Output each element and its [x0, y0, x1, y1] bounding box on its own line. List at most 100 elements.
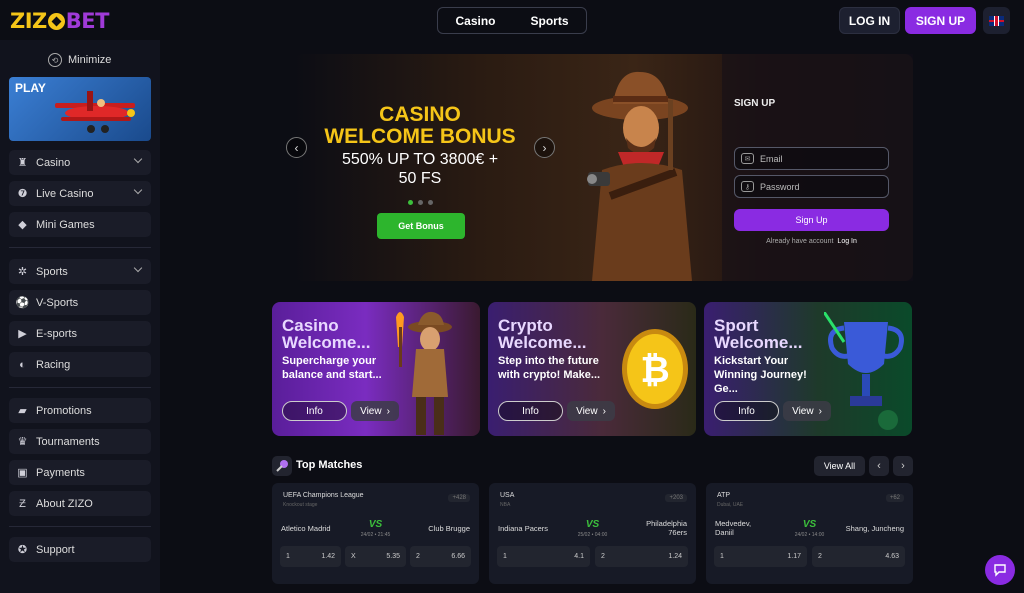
match-card[interactable]: ATP Dubai, UAE +62 Medvedev, Daniil Shang… [706, 483, 913, 584]
more-markets-badge[interactable]: +428 [448, 494, 470, 502]
sidebar-item-tournaments[interactable]: ♛ Tournaments [9, 429, 151, 454]
sidebar-item-casino[interactable]: ♜ Casino [9, 150, 151, 175]
sidebar-item-sports[interactable]: ✲ Sports [9, 259, 151, 284]
odds-button-1[interactable]: 1 1.42 [280, 546, 341, 567]
match-card[interactable]: USA NBA +203 Indiana Pacers Philadelphia… [489, 483, 696, 584]
minimize-icon: ⟲ [48, 53, 62, 67]
promo-card-crypto: ₿ Crypto Welcome... Step into the future w… [488, 302, 696, 436]
promotions-icon: ▰ [18, 405, 27, 417]
sidebar-divider [9, 247, 151, 248]
login-link[interactable]: Log In [837, 238, 856, 245]
match-vs: VS [368, 519, 383, 530]
nav-casino[interactable]: Casino [455, 14, 495, 28]
get-bonus-button[interactable]: Get Bonus [377, 213, 465, 239]
nav-sports[interactable]: Sports [530, 14, 568, 28]
odds-label: 2 [601, 553, 605, 560]
odds-label: 1 [503, 553, 507, 560]
chevron-right-icon: › [602, 405, 606, 417]
carousel-dot[interactable] [428, 200, 433, 205]
odds-label: 2 [818, 553, 822, 560]
promo-description: Step into the future with crypto! Make... [498, 354, 608, 382]
sidebar-item-e-sports[interactable]: ▶ E-sports [9, 321, 151, 346]
carousel-dot[interactable] [408, 200, 413, 205]
sidebar-item-label: Casino [36, 156, 71, 169]
chevron-down-icon[interactable] [133, 154, 143, 164]
match-time: 24/02 • 21:45 [360, 532, 391, 538]
more-markets-badge[interactable]: +62 [885, 494, 904, 502]
sidebar-item-racing[interactable]: ◐ Racing [9, 352, 151, 377]
odds-button-1[interactable]: 1 4.1 [497, 546, 590, 567]
logo-o-icon [47, 13, 65, 30]
match-league: USA [500, 492, 515, 499]
hero-title-line1: CASINO [379, 103, 461, 126]
promo-info-button[interactable]: Info [714, 401, 779, 421]
matches-next-arrow[interactable]: › [893, 456, 913, 476]
email-field[interactable]: ✉ Email [734, 147, 889, 170]
sidebar-divider [9, 387, 151, 388]
view-all-button[interactable]: View All [814, 456, 865, 476]
promo-title-line1: Sport [714, 316, 759, 335]
odds-button-1[interactable]: 1 1.17 [714, 546, 807, 567]
sidebar-item-payments[interactable]: ▣ Payments [9, 460, 151, 485]
chevron-down-icon[interactable] [133, 263, 143, 273]
promo-view-button[interactable]: View › [783, 401, 831, 421]
odds-value: 1.17 [787, 553, 801, 560]
promo-title-line2: Welcome... [714, 333, 803, 352]
odds-button-x[interactable]: X 5.35 [345, 546, 406, 567]
aviator-play-banner[interactable]: PLAY [9, 77, 151, 141]
odds-label: X [351, 553, 356, 560]
diamond-icon: ◆ [18, 219, 27, 231]
promo-view-button[interactable]: View › [567, 401, 615, 421]
match-vs: VS [585, 519, 600, 530]
promo-title-line2: Welcome... [498, 333, 587, 352]
promo-desc-line2: balance and start... [282, 369, 382, 381]
email-placeholder: Email [760, 153, 783, 164]
language-selector[interactable] [983, 7, 1010, 34]
promo-info-button[interactable]: Info [498, 401, 563, 421]
promo-info-button[interactable]: Info [282, 401, 347, 421]
sidebar-item-live-casino[interactable]: ❼ Live Casino [9, 181, 151, 206]
plane-icon [55, 91, 135, 133]
chevron-down-icon[interactable] [133, 185, 143, 195]
cowboy-illustration [587, 71, 692, 281]
sidebar-item-label: Tournaments [36, 435, 100, 448]
zizobet-logo[interactable]: ZIZ BET [10, 9, 109, 33]
sidebar-item-mini-games[interactable]: ◆ Mini Games [9, 212, 151, 237]
more-markets-badge[interactable]: +203 [665, 494, 687, 502]
sidebar-item-label: E-sports [36, 327, 77, 340]
hero-subtitle-line2: 50 FS [398, 170, 442, 187]
match-time: 25/02 • 04:00 [577, 532, 608, 538]
login-button[interactable]: LOG IN [839, 7, 900, 34]
sidebar-item-label: Racing [36, 358, 71, 371]
sidebar-item-promotions[interactable]: ▰ Promotions [9, 398, 151, 423]
sidebar-item-about-zizo[interactable]: Ƶ About ZIZO [9, 491, 151, 516]
trophy-illustration [824, 312, 904, 430]
email-icon: ✉ [741, 153, 754, 164]
carousel-dot[interactable] [418, 200, 423, 205]
match-time: 24/02 • 14:00 [794, 532, 825, 538]
promo-title-line1: Crypto [498, 316, 553, 335]
promo-view-label: View [360, 405, 382, 417]
already-have-account: Already have account Log In [734, 238, 889, 245]
odds-button-2[interactable]: 2 4.63 [812, 546, 905, 567]
odds-value: 6.66 [451, 553, 465, 560]
sidebar-item-support[interactable]: ✪ Support [9, 537, 151, 562]
odds-button-2[interactable]: 2 6.66 [410, 546, 471, 567]
match-stage: NBA [500, 502, 511, 508]
promo-title-line1: Casino [282, 316, 339, 335]
odds-button-2[interactable]: 2 1.24 [595, 546, 688, 567]
odds-value: 5.35 [386, 553, 400, 560]
minimize-button[interactable]: ⟲ Minimize [48, 53, 111, 67]
sidebar-item-v-sports[interactable]: ⚽ V-Sports [9, 290, 151, 315]
signup-button[interactable]: SIGN UP [905, 7, 976, 34]
zizo-icon: Ƶ [19, 497, 26, 510]
password-field[interactable]: ⚷ Password [734, 175, 889, 198]
live-casino-icon: ❼ [17, 188, 28, 200]
chat-icon [994, 564, 1006, 577]
signup-submit-button[interactable]: Sign Up [734, 209, 889, 231]
promo-view-button[interactable]: View › [351, 401, 399, 421]
match-card[interactable]: UEFA Champions League Knockout stage +42… [272, 483, 479, 584]
matches-prev-arrow[interactable]: ‹ [869, 456, 889, 476]
chat-button[interactable] [985, 555, 1015, 585]
promo-desc-line2: with crypto! Make... [498, 369, 601, 381]
